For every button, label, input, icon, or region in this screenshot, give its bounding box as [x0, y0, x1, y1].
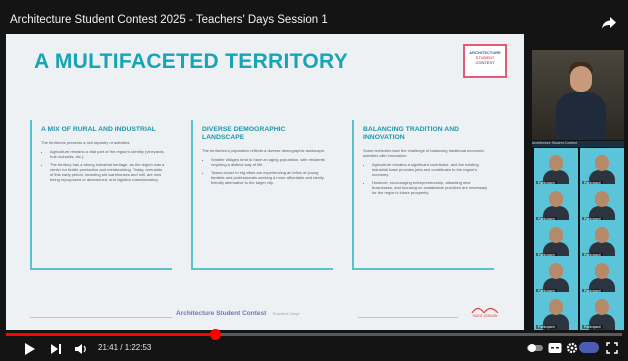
gallery-label: Architecture Student Contest — [532, 141, 624, 147]
column-intro: The territories presents a rich tapestry… — [41, 140, 131, 145]
presenter-video-tile — [532, 50, 624, 140]
participant-head — [595, 263, 609, 279]
participant-tile: Participant — [580, 184, 624, 222]
volume-icon[interactable] — [74, 342, 88, 359]
participant-head — [595, 299, 609, 315]
presentation-slide: A MULTIFACETED TERRITORY ARCHITECTURE ST… — [6, 34, 524, 330]
column-bullet: The territory has a strong industrial he… — [50, 162, 166, 182]
column-bullet: Smaller villages tend to have an aging p… — [211, 157, 327, 167]
column-intro: The territories's population reflects a … — [202, 148, 326, 153]
participant-head — [549, 299, 563, 315]
participant-head — [549, 227, 563, 243]
captions-icon[interactable] — [548, 342, 562, 357]
settings-gear-icon[interactable] — [566, 342, 578, 357]
participant-head — [595, 155, 609, 171]
progress-bar[interactable] — [6, 329, 622, 340]
share-icon[interactable] — [601, 16, 617, 30]
video-player[interactable]: A MULTIFACETED TERRITORY ARCHITECTURE ST… — [0, 0, 628, 361]
contest-logo-badge: ARCHITECTURE STUDENT CONTEST — [463, 44, 507, 78]
slide-column-rural-industrial: A MIX OF RURAL AND INDUSTRIAL The territ… — [30, 120, 172, 270]
footer-divider — [30, 317, 172, 318]
participant-head — [595, 227, 609, 243]
column-bullet: Agriculture remains a vital part of the … — [50, 149, 166, 159]
column-heading: DIVERSE DEMOGRAPHIC LANDSCAPE — [202, 126, 286, 141]
participant-tile: Participant — [534, 148, 578, 186]
column-intro: Some territories face the challenge of b… — [363, 148, 485, 158]
footer-logo-text: SAINT-GOBAIN — [472, 314, 498, 318]
column-bullets: Smaller villages tend to have an aging p… — [202, 157, 327, 185]
slide-column-demographic: DIVERSE DEMOGRAPHIC LANDSCAPE The territ… — [191, 120, 333, 270]
column-bullets: Agriculture remains a vital part of the … — [41, 149, 166, 182]
player-controls: 21:41 / 1:22:53 — [0, 338, 628, 361]
column-bullet: Agriculture remains a significant contri… — [372, 162, 488, 177]
play-icon[interactable] — [24, 342, 36, 359]
footer-divider — [358, 317, 458, 318]
column-bullets: Agriculture remains a significant contri… — [363, 162, 488, 195]
column-bullet: However, encouraging entrepreneurship, a… — [372, 180, 488, 195]
progress-fill — [6, 333, 216, 336]
participant-head — [549, 263, 563, 279]
slide-footer: Architecture Student Contest Teachers' Da… — [176, 310, 300, 317]
participant-tile: Participant — [580, 220, 624, 258]
badge-line-3: CONTEST — [475, 60, 495, 65]
participant-head — [549, 155, 563, 171]
participant-tile: Participant — [580, 292, 624, 330]
presenter-body — [556, 92, 606, 140]
footer-title: Architecture Student Contest — [176, 310, 267, 317]
column-heading: BALANCING TRADITION AND INNOVATION — [363, 126, 460, 141]
participant-head — [595, 191, 609, 207]
time-display: 21:41 / 1:22:53 — [98, 343, 152, 352]
footer-subtitle: Teachers' Days — [272, 311, 300, 316]
participant-name: Participant — [536, 325, 557, 329]
participant-tile: Participant — [580, 256, 624, 294]
participant-tile: Participant — [580, 148, 624, 186]
column-heading: A MIX OF RURAL AND INDUSTRIAL — [41, 126, 156, 133]
participant-tile: Participant — [534, 292, 578, 330]
column-bullet: Towns closer to big cities are experienc… — [211, 170, 327, 185]
participant-chip[interactable] — [579, 342, 599, 353]
participant-head — [549, 191, 563, 207]
fullscreen-icon[interactable] — [606, 342, 618, 357]
slide-title: A MULTIFACETED TERRITORY — [34, 50, 349, 73]
next-icon[interactable] — [50, 342, 62, 359]
logo-arches-icon — [471, 307, 499, 315]
presenter-head — [570, 66, 592, 92]
participant-name: Participant — [582, 325, 603, 329]
participant-tile: Participant — [534, 184, 578, 222]
autoplay-toggle-icon[interactable] — [527, 342, 543, 357]
participant-tile: Participant — [534, 220, 578, 258]
participant-tile: Participant — [534, 256, 578, 294]
slide-column-tradition-innovation: BALANCING TRADITION AND INNOVATION Some … — [352, 120, 494, 270]
saint-gobain-logo: SAINT-GOBAIN — [468, 304, 502, 320]
video-title[interactable]: Architecture Student Contest 2025 - Teac… — [10, 14, 328, 26]
